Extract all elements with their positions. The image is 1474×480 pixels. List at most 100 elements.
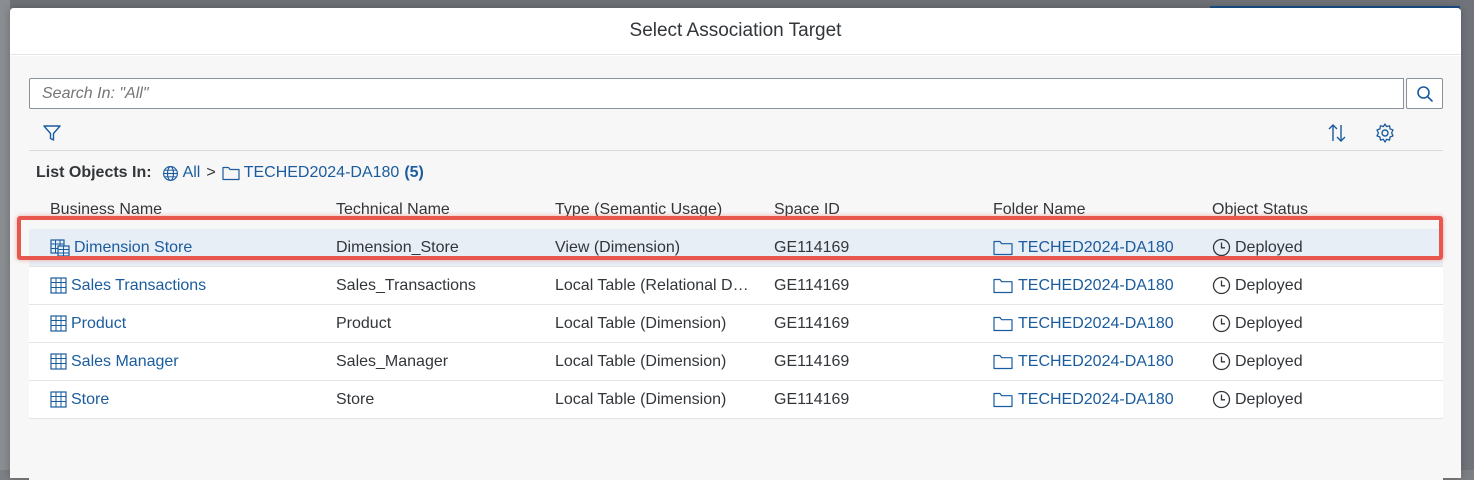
- column-header-type[interactable]: Type (Semantic Usage): [555, 201, 774, 219]
- technical-name-cell: Sales_Transactions: [336, 276, 476, 294]
- breadcrumb-count: (5): [404, 164, 424, 181]
- breadcrumb-folder-link[interactable]: TECHED2024-DA180: [222, 164, 400, 182]
- object-status-cell: Deployed: [1212, 276, 1412, 295]
- filter-button[interactable]: [39, 120, 65, 146]
- technical-name-cell: Sales_Manager: [336, 352, 449, 370]
- object-status-cell: Deployed: [1212, 314, 1412, 333]
- folder-link[interactable]: TECHED2024-DA180: [1018, 277, 1174, 295]
- deployed-status-icon: [1212, 276, 1231, 295]
- folder-icon-wrap: [993, 391, 1013, 408]
- sort-button[interactable]: [1324, 120, 1350, 146]
- status-text: Deployed: [1235, 314, 1303, 332]
- status-icon-wrap: [1212, 238, 1231, 257]
- settings-icon: [1376, 123, 1394, 143]
- business-name-cell[interactable]: Sales Manager: [29, 353, 336, 371]
- business-name-link[interactable]: Sales Manager: [71, 353, 179, 371]
- table-row[interactable]: Sales Manager Sales_Manager Local Table (D…: [29, 343, 1443, 381]
- type-cell: Local Table (Dimension): [555, 314, 727, 332]
- column-header-space-id[interactable]: Space ID: [774, 201, 993, 219]
- search-input[interactable]: [29, 78, 1405, 109]
- table-icon: [50, 391, 67, 408]
- breadcrumb-separator: >: [206, 164, 216, 181]
- space-id-cell: GE114169: [774, 238, 850, 256]
- folder-icon-wrap: [993, 277, 1013, 294]
- breadcrumb-root-link[interactable]: All: [162, 164, 201, 182]
- dialog-title: Select Association Target: [10, 8, 1461, 55]
- status-text: Deployed: [1235, 276, 1303, 294]
- table-row[interactable]: Store Store Local Table (Dimension) GE11416…: [29, 381, 1443, 419]
- breadcrumb-folder: TECHED2024-DA180: [243, 164, 400, 181]
- business-name-link[interactable]: Dimension Store: [74, 239, 192, 257]
- business-name-cell[interactable]: Dimension Store: [29, 239, 336, 257]
- column-header-object-status[interactable]: Object Status: [1212, 201, 1412, 219]
- deployed-status-icon: [1212, 390, 1231, 409]
- search-icon: [1416, 85, 1433, 102]
- folder-link[interactable]: TECHED2024-DA180: [1018, 315, 1174, 333]
- technical-name-cell: Store: [336, 390, 375, 408]
- space-id-cell: GE114169: [774, 314, 850, 332]
- column-header-technical-name[interactable]: Technical Name: [336, 201, 555, 219]
- select-association-dialog: Select Association Target Search In: "Al…: [10, 8, 1461, 480]
- object-status-cell: Deployed: [1212, 390, 1412, 409]
- table-row[interactable]: Dimension Store Dimension_Store View (Dime…: [29, 229, 1443, 267]
- folder-link[interactable]: TECHED2024-DA180: [1018, 391, 1174, 409]
- table-row[interactable]: Sales Transactions Sales_Transactions Loca…: [29, 267, 1443, 305]
- backdrop-right: [1460, 0, 1474, 470]
- column-header-folder-name[interactable]: Folder Name: [993, 201, 1212, 219]
- object-type-icon: [50, 353, 67, 370]
- business-name-link[interactable]: Store: [71, 391, 109, 409]
- search-bar: [29, 78, 1443, 110]
- folder-name-cell[interactable]: TECHED2024-DA180: [993, 239, 1212, 257]
- backdrop-left: [0, 0, 10, 470]
- list-toolbar: [29, 114, 1443, 152]
- business-name-link[interactable]: Product: [71, 315, 126, 333]
- folder-icon: [993, 392, 1013, 408]
- search-button[interactable]: [1406, 78, 1443, 109]
- folder-name-cell[interactable]: TECHED2024-DA180: [993, 277, 1212, 295]
- folder-name-cell[interactable]: TECHED2024-DA180: [993, 353, 1212, 371]
- breadcrumb-root: All: [182, 164, 201, 181]
- table-icon: [50, 353, 67, 370]
- folder-icon-wrap: [993, 315, 1013, 332]
- business-name-cell[interactable]: Product: [29, 315, 336, 333]
- status-text: Deployed: [1235, 390, 1303, 408]
- status-icon-wrap: [1212, 390, 1231, 409]
- type-cell: Local Table (Dimension): [555, 390, 727, 408]
- status-text: Deployed: [1235, 238, 1303, 256]
- table-header: Business Name Technical Name Type (Seman…: [29, 191, 1443, 229]
- type-cell: Local Table (Relational D…: [555, 276, 749, 294]
- column-header-business-name[interactable]: Business Name: [29, 201, 336, 219]
- technical-name-cell: Dimension_Store: [336, 238, 459, 256]
- table-icon: [50, 315, 67, 332]
- business-name-link[interactable]: Sales Transactions: [71, 277, 206, 295]
- table-icon: [50, 277, 67, 294]
- globe-icon: [162, 165, 178, 181]
- object-list-panel: List Objects In: All > TECHED2024-DA180 …: [29, 150, 1443, 480]
- folder-link[interactable]: TECHED2024-DA180: [1018, 353, 1174, 371]
- sort-icon: [1328, 124, 1346, 142]
- folder-name-cell[interactable]: TECHED2024-DA180: [993, 391, 1212, 409]
- folder-icon: [993, 278, 1013, 294]
- technical-name-cell: Product: [336, 314, 392, 332]
- type-cell: Local Table (Dimension): [555, 352, 727, 370]
- status-icon-wrap: [1212, 276, 1231, 295]
- business-name-cell[interactable]: Store: [29, 391, 336, 409]
- space-id-cell: GE114169: [774, 390, 850, 408]
- table-row[interactable]: Product Product Local Table (Dimension) GE1…: [29, 305, 1443, 343]
- object-type-icon: [50, 315, 67, 332]
- business-name-cell[interactable]: Sales Transactions: [29, 277, 336, 295]
- dialog-body: List Objects In: All >: [10, 56, 1461, 480]
- object-type-icon: [50, 238, 70, 257]
- status-text: Deployed: [1235, 352, 1303, 370]
- settings-button[interactable]: [1372, 120, 1398, 146]
- folder-icon: [222, 166, 240, 181]
- folder-icon: [993, 240, 1013, 256]
- table-body: Dimension Store Dimension_Store View (Dime…: [29, 229, 1443, 419]
- objects-table: Business Name Technical Name Type (Seman…: [29, 191, 1443, 419]
- folder-icon-wrap: [993, 353, 1013, 370]
- folder-link[interactable]: TECHED2024-DA180: [1018, 239, 1174, 257]
- breadcrumb-label: List Objects In:: [36, 164, 152, 181]
- folder-name-cell[interactable]: TECHED2024-DA180: [993, 315, 1212, 333]
- object-status-cell: Deployed: [1212, 238, 1412, 257]
- deployed-status-icon: [1212, 238, 1231, 257]
